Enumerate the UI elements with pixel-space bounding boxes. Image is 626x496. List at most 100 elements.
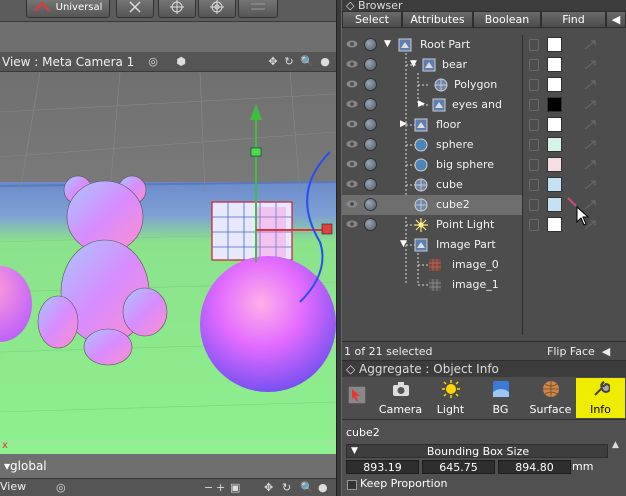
tab-surface[interactable]: Surface (526, 378, 575, 418)
visibility-eye-icon[interactable] (346, 59, 358, 69)
tree-row-floor[interactable]: ▶ floor (342, 115, 522, 135)
tree-row-eyes-and[interactable]: ▶ eyes and (342, 95, 522, 115)
menu-expand-arrow[interactable]: ◀ (606, 11, 626, 28)
3d-scene[interactable]: x (0, 71, 336, 454)
bounding-box-section-header[interactable]: Bounding Box Size ▼ (346, 444, 608, 458)
lock-icon[interactable] (529, 199, 539, 211)
footer-zoom-icon[interactable]: 🔍 (300, 481, 314, 494)
expand-triangle-icon[interactable]: ▼ (410, 59, 420, 69)
render-toggle-icon[interactable] (364, 138, 377, 151)
bbox-z-field[interactable]: 894.80 (498, 460, 571, 474)
link-icon[interactable] (583, 139, 597, 151)
camera-cube-icon[interactable]: ⬢ (174, 55, 188, 69)
link-icon[interactable] (583, 159, 597, 171)
link-icon[interactable] (583, 79, 597, 91)
menu-find[interactable]: Find (541, 11, 606, 28)
footer-target-icon[interactable]: ◎ (56, 481, 66, 494)
viewport-panel[interactable]: Universal View : Meta Camera 1 ◎ ⬢ ✥ ↻ 🔍… (0, 0, 336, 496)
tree-row-sphere[interactable]: sphere (342, 135, 522, 155)
viewport-footer-title[interactable]: View (0, 480, 26, 493)
link-icon[interactable] (583, 59, 597, 71)
menu-attributes[interactable]: Attributes (402, 11, 473, 28)
bbox-x-field[interactable]: 893.19 (346, 460, 419, 474)
lock-icon[interactable] (529, 99, 539, 111)
visibility-eye-icon[interactable] (346, 79, 358, 89)
flip-face-button[interactable]: Flip Face ◀ (547, 343, 610, 359)
color-swatch[interactable] (547, 217, 562, 232)
render-toggle-icon[interactable] (364, 38, 377, 51)
lock-icon[interactable] (529, 179, 539, 191)
expand-triangle-icon[interactable]: ▼ (384, 39, 394, 49)
visibility-eye-icon[interactable] (346, 199, 358, 209)
section-expand-triangle-icon[interactable]: ▼ (351, 446, 358, 456)
expand-triangle-icon[interactable]: ▼ (400, 239, 410, 249)
rotate-tool-button[interactable] (158, 0, 196, 18)
visibility-eye-icon[interactable] (346, 219, 358, 229)
footer-pan-icon[interactable]: ✥ (264, 481, 273, 494)
render-toggle-icon[interactable] (364, 118, 377, 131)
color-swatch[interactable] (547, 137, 562, 152)
render-toggle-icon[interactable] (364, 158, 377, 171)
tree-row-image-1[interactable]: image_1 (342, 275, 522, 295)
tree-row-big-sphere[interactable]: big sphere (342, 155, 522, 175)
menu-boolean[interactable]: Boolean (473, 11, 541, 28)
render-toggle-icon[interactable] (364, 198, 377, 211)
tab-light[interactable]: Light (426, 378, 475, 418)
link-icon[interactable] (583, 119, 597, 131)
menu-select[interactable]: Select (342, 11, 402, 28)
camera-snapshot-icon[interactable]: ▣ (230, 481, 240, 494)
collapse-triangle-icon[interactable]: ▶ (400, 119, 410, 129)
bbox-y-field[interactable]: 645.75 (422, 460, 495, 474)
tab-info-active[interactable]: Info (576, 378, 625, 418)
browser-title-bar[interactable]: ◇ Browser (342, 0, 626, 11)
visibility-eye-icon[interactable] (346, 99, 358, 109)
visibility-eye-icon[interactable] (346, 139, 358, 149)
camera-target-icon[interactable]: ◎ (146, 55, 160, 69)
visibility-eye-icon[interactable] (346, 39, 358, 49)
visibility-eye-icon[interactable] (346, 159, 358, 169)
collapse-triangle-icon[interactable]: ▶ (418, 99, 428, 109)
tree-row-point-light[interactable]: Point Light (342, 215, 522, 235)
lock-icon[interactable] (529, 139, 539, 151)
lock-icon[interactable] (529, 39, 539, 51)
tree-row-root-part[interactable]: ▼ Root Part (342, 35, 522, 55)
keep-proportion-checkbox[interactable] (347, 480, 357, 490)
visibility-eye-icon[interactable] (346, 119, 358, 129)
lock-icon[interactable] (529, 59, 539, 71)
link-icon[interactable] (583, 99, 597, 111)
color-swatch[interactable] (547, 37, 562, 52)
lock-icon[interactable] (529, 119, 539, 131)
color-swatch[interactable] (547, 97, 562, 112)
tree-row-cube2-selected[interactable]: cube2 (342, 195, 522, 215)
tree-row-polygon[interactable]: Polygon (342, 75, 522, 95)
zoom-out-icon[interactable]: − (204, 481, 213, 494)
color-swatch[interactable] (547, 197, 562, 212)
orbit-icon[interactable]: ↻ (282, 55, 296, 69)
tree-row-bear[interactable]: ▼ bear (342, 55, 522, 75)
viewport-camera-title[interactable]: View : Meta Camera 1 (0, 55, 134, 69)
scale-tool-button[interactable] (116, 0, 154, 18)
pan-icon[interactable]: ✥ (266, 55, 280, 69)
tree-row-cube[interactable]: cube (342, 175, 522, 195)
lock-icon[interactable] (529, 79, 539, 91)
lock-icon[interactable] (529, 159, 539, 171)
footer-view-icon[interactable]: ● (318, 481, 328, 494)
visibility-eye-icon[interactable] (346, 179, 358, 189)
tree-row-image-part[interactable]: ▼ Image Part (342, 235, 522, 255)
render-toggle-icon[interactable] (364, 178, 377, 191)
target-tool-button[interactable] (198, 0, 236, 18)
zoom-icon[interactable]: 🔍 (300, 55, 314, 69)
tab-bg[interactable]: BG (476, 378, 525, 418)
render-toggle-icon[interactable] (364, 98, 377, 111)
color-swatch[interactable] (547, 57, 562, 72)
scene-tree[interactable]: ▼ Root Part ▼ bear Polygon ▶ eyes and ▶ … (342, 35, 522, 335)
tab-camera[interactable]: Camera (376, 378, 425, 418)
grid-tool-button[interactable] (238, 0, 278, 18)
color-swatch[interactable] (547, 177, 562, 192)
universal-tool-button[interactable]: Universal (26, 0, 110, 18)
render-toggle-icon[interactable] (364, 78, 377, 91)
tool-mode-button[interactable] (342, 378, 374, 418)
link-icon[interactable] (583, 179, 597, 191)
link-icon[interactable] (583, 39, 597, 51)
render-toggle-icon[interactable] (364, 218, 377, 231)
